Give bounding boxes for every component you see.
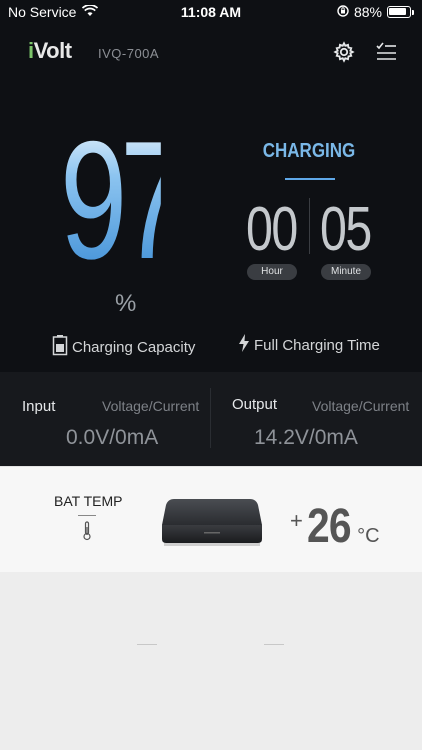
placeholder-dash-right — [264, 644, 284, 645]
temperature-panel: BAT TEMP + 26 °C — [0, 466, 422, 572]
bat-temp-divider — [78, 515, 96, 516]
model-name: IVQ-700A — [98, 46, 160, 61]
capacity-unit: % — [115, 290, 137, 317]
empty-content-area — [0, 572, 422, 750]
power-station-image — [160, 497, 264, 552]
brand-logo: iVolt — [28, 38, 72, 63]
io-panel: Input Voltage/Current 0.0V/0mA Output Vo… — [0, 372, 422, 466]
battery-percent: 88% — [353, 4, 382, 20]
output-title: Output — [232, 396, 278, 413]
charging-capacity-label: Charging Capacity — [52, 334, 195, 360]
clock-divider — [309, 198, 310, 254]
capacity-value: 97 — [60, 106, 187, 294]
charging-status: CHARGING — [262, 140, 356, 162]
output-value: 14.2V/0mA — [254, 426, 358, 449]
lightning-icon — [238, 334, 250, 356]
hours-value: 00 — [246, 195, 298, 264]
status-bar: No Service 11:08 AM 88% — [0, 0, 422, 24]
battery-icon — [387, 6, 411, 18]
io-divider — [210, 388, 211, 448]
input-value: 0.0V/0mA — [66, 426, 159, 449]
input-subtitle: Voltage/Current — [102, 398, 200, 414]
charging-divider — [285, 178, 335, 180]
settings-gear-icon[interactable] — [332, 40, 356, 64]
bat-temp-label: BAT TEMP — [54, 493, 123, 509]
temperature-value: + 26 °C — [290, 500, 380, 553]
checklist-icon[interactable] — [374, 40, 398, 64]
thermometer-icon — [82, 521, 92, 546]
full-charging-time-label: Full Charging Time — [238, 334, 380, 356]
input-title: Input — [22, 398, 56, 415]
battery-small-icon — [52, 334, 68, 360]
app-header: iVolt IVQ-700A — [0, 34, 422, 70]
hour-label: Hour — [247, 264, 297, 280]
orientation-lock-icon — [337, 4, 349, 20]
minutes-value: 05 — [320, 195, 372, 264]
minute-label: Minute — [321, 264, 371, 280]
output-subtitle: Voltage/Current — [312, 398, 410, 414]
placeholder-dash-left — [137, 644, 157, 645]
